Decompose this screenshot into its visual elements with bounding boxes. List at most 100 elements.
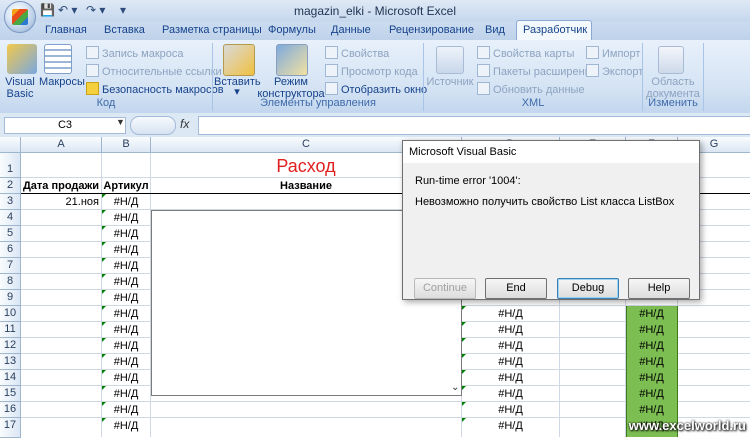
row-header-6[interactable]: 6 bbox=[0, 242, 21, 258]
insert-function-icon[interactable]: fx bbox=[180, 117, 189, 131]
relative-refs-button[interactable]: Относительные ссылки bbox=[86, 64, 222, 78]
tab-view[interactable]: Вид bbox=[485, 24, 505, 36]
cell-a3[interactable]: 21.ноя bbox=[21, 196, 99, 208]
cell-b8[interactable]: #Н/Д bbox=[102, 276, 150, 288]
cell-b11[interactable]: #Н/Д bbox=[102, 324, 150, 336]
cell-f16[interactable]: #Н/Д bbox=[626, 404, 677, 416]
select-all-corner[interactable] bbox=[0, 137, 21, 153]
cell-d15[interactable]: #Н/Д bbox=[462, 388, 559, 400]
name-box-dropdown-icon[interactable]: ▼ bbox=[116, 117, 125, 127]
cell-b7[interactable]: #Н/Д bbox=[102, 260, 150, 272]
cell-d16[interactable]: #Н/Д bbox=[462, 404, 559, 416]
cell-b9[interactable]: #Н/Д bbox=[102, 292, 150, 304]
debug-button[interactable]: Debug bbox=[557, 278, 619, 299]
column-header-a[interactable]: A bbox=[21, 137, 102, 153]
name-box[interactable]: C3 bbox=[4, 117, 126, 134]
cell-b17[interactable]: #Н/Д bbox=[102, 420, 150, 432]
help-button[interactable]: Help bbox=[628, 278, 690, 299]
relative-refs-label: Относительные ссылки bbox=[102, 66, 222, 78]
map-properties-button[interactable]: Свойства карты bbox=[477, 46, 574, 60]
row-header-15[interactable]: 15 bbox=[0, 386, 21, 402]
cell-b15[interactable]: #Н/Д bbox=[102, 388, 150, 400]
cell-b13[interactable]: #Н/Д bbox=[102, 356, 150, 368]
row-header-10[interactable]: 10 bbox=[0, 306, 21, 322]
row-header-16[interactable]: 16 bbox=[0, 402, 21, 418]
cell-f13[interactable]: #Н/Д bbox=[626, 356, 677, 368]
formula-input[interactable] bbox=[198, 116, 750, 135]
header-sale-date[interactable]: Дата продажи bbox=[21, 180, 101, 192]
cell-d12[interactable]: #Н/Д bbox=[462, 340, 559, 352]
show-window-icon bbox=[325, 82, 338, 95]
tab-page-layout[interactable]: Разметка страницы bbox=[162, 24, 262, 36]
row-header-4[interactable]: 4 bbox=[0, 210, 21, 226]
listbox-scroll-down-icon[interactable]: ⌄ bbox=[451, 382, 459, 393]
tab-home[interactable]: Главная bbox=[45, 24, 87, 36]
cell-b14[interactable]: #Н/Д bbox=[102, 372, 150, 384]
macro-security-button[interactable]: Безопасность макросов bbox=[86, 82, 224, 96]
continue-button[interactable]: Continue bbox=[414, 278, 476, 299]
import-button[interactable]: Импорт bbox=[586, 46, 640, 60]
cell-f10[interactable]: #Н/Д bbox=[626, 308, 677, 320]
view-code-button[interactable]: Просмотр кода bbox=[325, 64, 418, 78]
design-mode-button[interactable] bbox=[276, 44, 308, 76]
cell-b5[interactable]: #Н/Д bbox=[102, 228, 150, 240]
expansion-packs-button[interactable]: Пакеты расширения bbox=[477, 64, 597, 78]
cell-b4[interactable]: #Н/Д bbox=[102, 212, 150, 224]
tab-insert[interactable]: Вставка bbox=[104, 24, 145, 36]
visual-basic-button[interactable] bbox=[7, 44, 37, 74]
show-window-button[interactable]: Отобразить окно bbox=[325, 82, 427, 96]
group-separator bbox=[703, 43, 704, 111]
row-header-11[interactable]: 11 bbox=[0, 322, 21, 338]
column-header-b[interactable]: B bbox=[102, 137, 151, 153]
cell-d17[interactable]: #Н/Д bbox=[462, 420, 559, 432]
row-header-8[interactable]: 8 bbox=[0, 274, 21, 290]
refresh-data-button[interactable]: Обновить данные bbox=[477, 82, 585, 96]
cell-f12[interactable]: #Н/Д bbox=[626, 340, 677, 352]
error-indicator-icon bbox=[462, 354, 466, 358]
insert-control-button[interactable] bbox=[223, 44, 255, 76]
properties-icon bbox=[325, 46, 338, 59]
cell-b6[interactable]: #Н/Д bbox=[102, 244, 150, 256]
cell-b12[interactable]: #Н/Д bbox=[102, 340, 150, 352]
group-label-code: Код bbox=[96, 97, 116, 109]
cell-b16[interactable]: #Н/Д bbox=[102, 404, 150, 416]
tab-developer[interactable]: Разработчик bbox=[523, 24, 587, 36]
cell-d11[interactable]: #Н/Д bbox=[462, 324, 559, 336]
row-header-13[interactable]: 13 bbox=[0, 354, 21, 370]
document-panel-button[interactable] bbox=[658, 46, 684, 74]
row-header-2[interactable]: 2 bbox=[0, 178, 21, 194]
macros-button[interactable] bbox=[44, 44, 72, 74]
cell-d13[interactable]: #Н/Д bbox=[462, 356, 559, 368]
cell-f14[interactable]: #Н/Д bbox=[626, 372, 677, 384]
properties-button[interactable]: Свойства bbox=[325, 46, 389, 60]
formula-bar-expander[interactable] bbox=[130, 116, 176, 135]
row-header-1[interactable]: 1 bbox=[0, 153, 21, 178]
row-header-14[interactable]: 14 bbox=[0, 370, 21, 386]
cell-d10[interactable]: #Н/Д bbox=[462, 308, 559, 320]
header-article[interactable]: Артикул bbox=[102, 180, 150, 192]
cell-b3[interactable]: #Н/Д bbox=[102, 196, 150, 208]
tab-formulas[interactable]: Формулы bbox=[268, 24, 316, 36]
view-code-icon bbox=[325, 64, 338, 77]
cell-f15[interactable]: #Н/Д bbox=[626, 388, 677, 400]
row-header-17[interactable]: 17 bbox=[0, 418, 21, 438]
row-header-9[interactable]: 9 bbox=[0, 290, 21, 306]
row-header-5[interactable]: 5 bbox=[0, 226, 21, 242]
office-button[interactable] bbox=[4, 1, 36, 33]
xml-source-button[interactable] bbox=[436, 46, 464, 74]
tab-review[interactable]: Рецензирование bbox=[389, 24, 474, 36]
end-button[interactable]: End bbox=[485, 278, 547, 299]
export-button[interactable]: Экспорт bbox=[586, 64, 643, 78]
cell-d14[interactable]: #Н/Д bbox=[462, 372, 559, 384]
row-header-3[interactable]: 3 bbox=[0, 194, 21, 210]
group-label-modify: Изменить bbox=[648, 97, 698, 109]
cell-b10[interactable]: #Н/Д bbox=[102, 308, 150, 320]
expansion-packs-icon bbox=[477, 64, 490, 77]
row-header-7[interactable]: 7 bbox=[0, 258, 21, 274]
cell-f11[interactable]: #Н/Д bbox=[626, 324, 677, 336]
tab-data[interactable]: Данные bbox=[331, 24, 371, 36]
error-indicator-icon bbox=[102, 386, 106, 390]
row-header-12[interactable]: 12 bbox=[0, 338, 21, 354]
dialog-title-bar[interactable]: Microsoft Visual Basic bbox=[403, 141, 699, 163]
record-macro-button[interactable]: Запись макроса bbox=[86, 46, 184, 60]
